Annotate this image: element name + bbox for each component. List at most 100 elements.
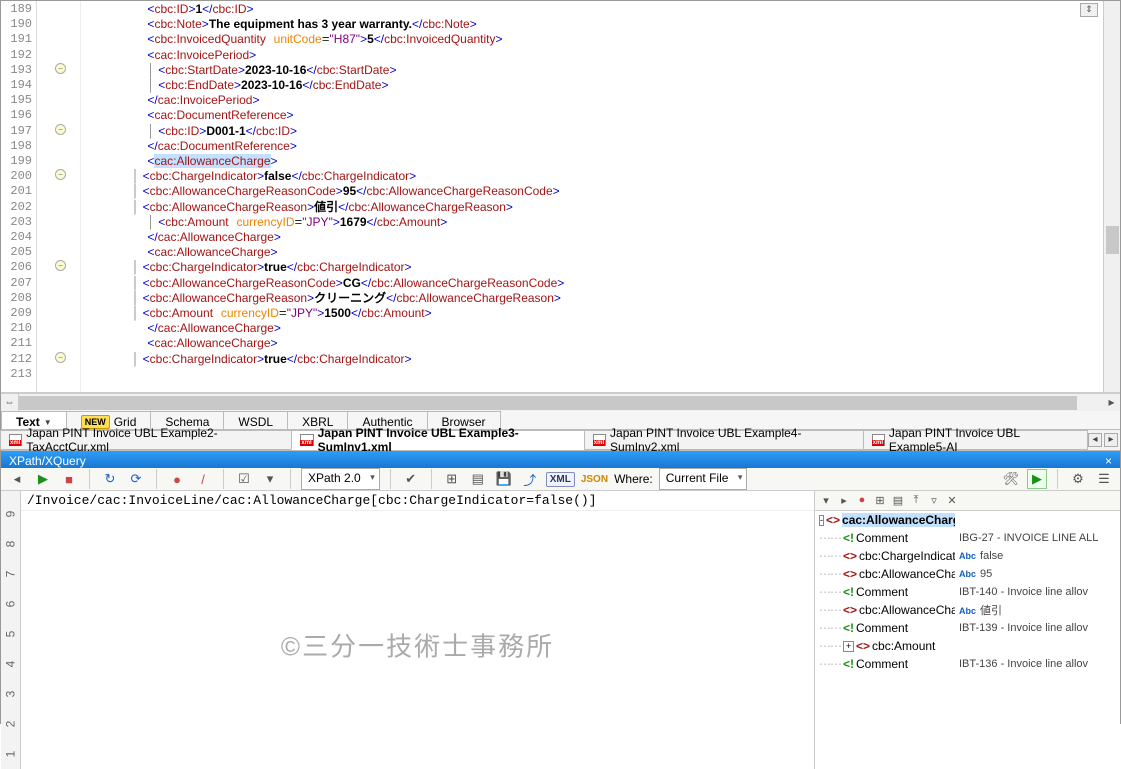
horizontal-scrollbar[interactable]: ⇔ ▸ (1, 393, 1120, 411)
refresh-all-icon[interactable]: ⟳ (126, 469, 146, 489)
validate-icon[interactable]: ✔ (401, 469, 421, 489)
fold-toggle-icon[interactable]: − (55, 352, 66, 363)
result-row[interactable]: ⋯⋯ <> cbc:AllowanceChargeAbc95 (815, 565, 1120, 583)
xml-file-icon (593, 434, 606, 446)
file-tab-label: Japan PINT Invoice UBL Example2-TaxAcctC… (26, 426, 283, 454)
side-tab[interactable]: 9 (4, 511, 18, 518)
results-toolbar: ▾ ▸ ● ⊞ ▤ ⤒ ▿ ✕ (815, 491, 1120, 511)
list-icon[interactable]: ▤ (468, 469, 488, 489)
result-row[interactable]: - <> cac:AllowanceCharge (815, 511, 1120, 529)
xpath-output-area: ©三分一技術士事務所 (21, 511, 814, 769)
code-content[interactable]: <cbc:ID>1</cbc:ID> <cbc:Note>The equipme… (81, 1, 1120, 392)
res-collapse-icon[interactable]: ▾ (819, 494, 833, 508)
refresh-icon[interactable]: ↻ (100, 469, 120, 489)
result-value: Abcfalse (955, 550, 1120, 562)
where-select[interactable]: Current File (659, 468, 748, 490)
file-tab-label: Japan PINT Invoice UBL Example3-SumInv1.… (318, 426, 576, 454)
slash-icon[interactable]: / (193, 469, 213, 489)
dropdown-icon[interactable]: ▾ (260, 469, 280, 489)
result-value: IBT-139 - Invoice line allov (955, 622, 1120, 634)
result-value: Abc95 (955, 568, 1120, 580)
fold-toggle-icon[interactable]: − (55, 260, 66, 271)
run2-icon[interactable]: ▶ (1027, 469, 1047, 489)
xpath-toolbar: ◂ ▶ ■ ↻ ⟳ ● / ☑ ▾ XPath 2.0 ✔ ⊞ ▤ 💾 ⤴ XM… (1, 468, 1120, 491)
result-row[interactable]: ⋯⋯ <> cbc:AllowanceChargeAbc値引 (815, 601, 1120, 619)
result-row[interactable]: ⋯⋯ <! CommentIBT-139 - Invoice line allo… (815, 619, 1120, 637)
history-back-icon[interactable]: ◂ (7, 469, 27, 489)
result-value: IBT-136 - Invoice line allov (955, 658, 1120, 670)
result-value: IBT-140 - Invoice line allov (955, 586, 1120, 598)
tree-icon[interactable]: ⊞ (442, 469, 462, 489)
where-label: Where: (614, 472, 653, 486)
fold-toggle-icon[interactable]: − (55, 169, 66, 180)
export-icon[interactable]: ⤴ (520, 469, 540, 489)
side-tab[interactable]: 1 (4, 751, 18, 758)
results-panel: ▾ ▸ ● ⊞ ▤ ⤒ ▿ ✕ - <> cac:AllowanceCharge… (814, 491, 1120, 769)
side-tab[interactable]: 2 (4, 721, 18, 728)
result-value: Abc値引 (955, 602, 1120, 618)
side-tab[interactable]: 8 (4, 541, 18, 548)
split-top-icon[interactable]: ⇕ (1080, 3, 1098, 17)
xml-file-icon (9, 434, 22, 446)
result-row[interactable]: ⋯⋯+ <> cbc:Amount (815, 637, 1120, 655)
stop-icon[interactable]: ■ (59, 469, 79, 489)
gear-icon[interactable]: ⚙ (1068, 469, 1088, 489)
file-tab[interactable]: Japan PINT Invoice UBL Example5-AI (863, 430, 1088, 450)
code-editor[interactable]: 1891901911921931941951961971981992002012… (1, 1, 1120, 393)
horizontal-scrollbar-thumb[interactable] (19, 396, 1077, 410)
options-icon[interactable]: ☑ (234, 469, 254, 489)
side-tab[interactable]: 7 (4, 571, 18, 578)
fold-toggle-icon[interactable]: − (55, 63, 66, 74)
tabs-prev-icon[interactable]: ◂ (1088, 433, 1102, 447)
file-tabs-nav: ◂ ▸ (1088, 433, 1120, 447)
res-tree-icon[interactable]: ⊞ (873, 494, 887, 508)
fold-toggle-icon[interactable]: − (55, 124, 66, 135)
menu-icon[interactable]: ☰ (1094, 469, 1114, 489)
save-icon[interactable]: 💾 (494, 469, 514, 489)
tabs-next-icon[interactable]: ▸ (1104, 433, 1118, 447)
side-tab[interactable]: 6 (4, 601, 18, 608)
tools-icon[interactable]: 🛠 (1001, 469, 1021, 489)
watermark: ©三分一技術士事務所 (281, 627, 554, 664)
xml-file-icon (872, 434, 885, 446)
json-badge[interactable]: JSON (581, 474, 608, 485)
run-icon[interactable]: ▶ (33, 469, 53, 489)
file-tab-label: Japan PINT Invoice UBL Example4-SumInv2.… (610, 426, 855, 454)
xpath-version-select[interactable]: XPath 2.0 (301, 468, 380, 490)
result-row[interactable]: ⋯⋯ <! CommentIBG-27 - INVOICE LINE ALL (815, 529, 1120, 547)
file-tab[interactable]: Japan PINT Invoice UBL Example2-TaxAcctC… (0, 430, 292, 450)
expand-icon[interactable]: + (843, 641, 854, 652)
result-row[interactable]: ⋯⋯ <! CommentIBT-136 - Invoice line allo… (815, 655, 1120, 673)
res-list-icon[interactable]: ▤ (891, 494, 905, 508)
dot-icon[interactable]: ● (167, 469, 187, 489)
split-left-icon[interactable]: ⇔ (1, 394, 19, 412)
xpath-panel-title: XPath/XQuery × (1, 451, 1120, 468)
result-value: IBG-27 - INVOICE LINE ALL (955, 532, 1120, 544)
expand-icon[interactable]: - (819, 515, 824, 526)
xpath-body: 9 8 7 6 5 4 3 2 1 /Invoice/cac:InvoiceLine/cac:A… (1, 491, 1120, 769)
xml-badge[interactable]: XML (546, 472, 575, 487)
res-next-icon[interactable]: ▸ (837, 494, 851, 508)
file-tab-label: Japan PINT Invoice UBL Example5-AI (889, 426, 1079, 454)
vertical-scrollbar[interactable] (1103, 1, 1120, 392)
result-row[interactable]: ⋯⋯ <> cbc:ChargeIndicatorAbcfalse (815, 547, 1120, 565)
xml-file-icon (300, 434, 313, 446)
xpath-side-tabs[interactable]: 9 8 7 6 5 4 3 2 1 (1, 491, 21, 769)
hscroll-right-icon[interactable]: ▸ (1103, 394, 1120, 411)
file-tab[interactable]: Japan PINT Invoice UBL Example4-SumInv2.… (584, 430, 864, 450)
line-number-gutter: 1891901911921931941951961971981992002012… (1, 1, 37, 392)
res-clear-icon[interactable]: ✕ (945, 494, 959, 508)
fold-gutter[interactable]: − − − − − (37, 1, 81, 392)
xpath-input[interactable]: /Invoice/cac:InvoiceLine/cac:AllowanceCh… (21, 491, 814, 511)
res-up-icon[interactable]: ⤒ (909, 494, 923, 508)
res-dot-icon[interactable]: ● (855, 494, 869, 508)
file-tabs: Japan PINT Invoice UBL Example2-TaxAcctC… (1, 430, 1120, 451)
side-tab[interactable]: 5 (4, 631, 18, 638)
side-tab[interactable]: 3 (4, 691, 18, 698)
result-row[interactable]: ⋯⋯ <! CommentIBT-140 - Invoice line allo… (815, 583, 1120, 601)
side-tab[interactable]: 4 (4, 661, 18, 668)
vertical-scrollbar-thumb[interactable] (1106, 226, 1119, 254)
panel-close-icon[interactable]: × (1105, 454, 1112, 468)
file-tab[interactable]: Japan PINT Invoice UBL Example3-SumInv1.… (291, 430, 584, 450)
res-down-icon[interactable]: ▿ (927, 494, 941, 508)
